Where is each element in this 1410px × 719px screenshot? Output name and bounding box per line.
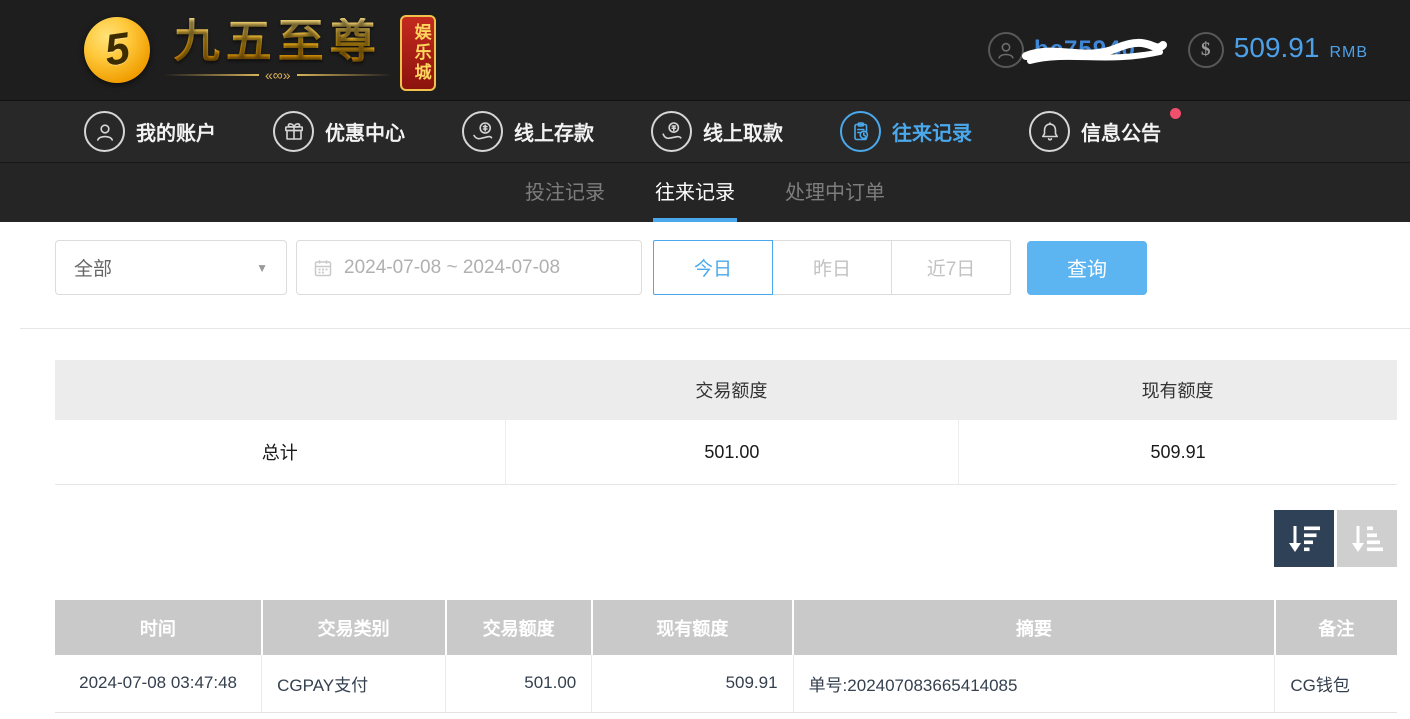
flourish-ornament-icon: «∞» [265, 68, 291, 82]
summary-transaction-amount: 501.00 [505, 420, 959, 484]
cell-amount: 501.00 [446, 655, 592, 712]
dollar-coin-icon: $ [1188, 32, 1224, 68]
summary-table: 交易额度 现有额度 总计 501.00 509.91 [55, 360, 1397, 485]
logo-coin-icon: 5 [84, 17, 150, 83]
sort-descending-button[interactable] [1274, 510, 1334, 567]
brand-title: 九五至尊 [174, 18, 382, 64]
main-nav: 我的账户 优惠中心 线上存款 线上取款 往来记录 信息公告 [0, 101, 1410, 163]
nav-item-deposit[interactable]: 线上存款 [462, 111, 594, 152]
nav-item-promotions[interactable]: 优惠中心 [273, 111, 405, 152]
withdraw-icon [651, 111, 692, 152]
bell-icon [1029, 111, 1070, 152]
header-time: 时间 [55, 600, 262, 655]
type-select-value: 全部 [74, 254, 112, 281]
header-balance: 现有额度 [592, 600, 793, 655]
balance-amount: 509.91 [1234, 32, 1320, 64]
query-button[interactable]: 查询 [1027, 241, 1147, 295]
nav-item-announcements[interactable]: 信息公告 [1029, 111, 1161, 152]
nav-item-records[interactable]: 往来记录 [840, 111, 972, 152]
tab-pending-orders[interactable]: 处理中订单 [783, 163, 887, 222]
header-amount: 交易额度 [446, 600, 592, 655]
type-select[interactable]: 全部 ▼ [55, 240, 287, 295]
sort-ascending-button[interactable] [1337, 510, 1397, 567]
user-avatar-icon [988, 32, 1024, 68]
tab-bet-records[interactable]: 投注记录 [523, 163, 607, 222]
date-range-value: 2024-07-08 ~ 2024-07-08 [344, 257, 560, 279]
records-icon [840, 111, 881, 152]
divider [20, 328, 1410, 329]
records-header-row: 时间 交易类别 交易额度 现有额度 摘要 备注 [55, 600, 1397, 655]
brand-block: 九五至尊 «∞» [164, 18, 392, 82]
top-header: 5 九五至尊 «∞» 娱乐城 bc75940 [0, 0, 1410, 101]
balance-currency: RMB [1329, 44, 1368, 62]
username: bc75940 [1034, 36, 1136, 63]
username-wrap: bc75940 [1034, 36, 1136, 64]
summary-header-row: 交易额度 现有额度 [55, 360, 1397, 420]
tab-transaction-records[interactable]: 往来记录 [653, 163, 737, 222]
cell-balance: 509.91 [592, 655, 793, 712]
summary-total-label: 总计 [55, 420, 505, 484]
today-button[interactable]: 今日 [653, 240, 773, 295]
filter-row: 全部 ▼ 2024-07-08 ~ 2024-07-08 今日 昨日 近7日 查… [55, 240, 1410, 295]
site-logo[interactable]: 5 九五至尊 «∞» 娱乐城 [84, 9, 436, 91]
sub-tabs: 投注记录 往来记录 处理中订单 [0, 163, 1410, 222]
balance-display[interactable]: $ 509.91 RMB [1188, 32, 1368, 68]
yesterday-button[interactable]: 昨日 [772, 240, 892, 295]
flourish-line [297, 74, 392, 76]
cell-note: CG钱包 [1275, 655, 1397, 712]
table-row: 2024-07-08 03:47:48 CGPAY支付 501.00 509.9… [55, 655, 1397, 712]
chevron-down-icon: ▼ [256, 261, 268, 275]
gift-icon [273, 111, 314, 152]
header-summary: 摘要 [793, 600, 1275, 655]
sort-ascending-icon [1348, 522, 1386, 556]
summary-total-row: 总计 501.00 509.91 [55, 420, 1397, 485]
summary-header-transaction-amount: 交易额度 [505, 377, 959, 403]
header-right: bc75940 $ 509.91 RMB [988, 32, 1410, 68]
summary-current-amount: 509.91 [958, 420, 1397, 484]
nav-item-my-account[interactable]: 我的账户 [84, 111, 216, 152]
cell-type: CGPAY支付 [262, 655, 446, 712]
calendar-icon [313, 258, 333, 278]
notification-dot [1170, 108, 1181, 119]
cell-time: 2024-07-08 03:47:48 [55, 655, 262, 712]
header-type: 交易类别 [262, 600, 446, 655]
logo-coin-symbol: 5 [101, 24, 132, 77]
records-table: 时间 交易类别 交易额度 现有额度 摘要 备注 2024-07-08 03:47… [55, 600, 1397, 713]
cell-summary: 单号:202407083665414085 [793, 655, 1275, 712]
last-7-days-button[interactable]: 近7日 [891, 240, 1011, 295]
sort-controls [0, 510, 1397, 567]
brand-badge: 娱乐城 [400, 15, 436, 91]
brand-flourish: «∞» [164, 68, 392, 82]
flourish-line [164, 74, 259, 76]
nav-item-withdraw[interactable]: 线上取款 [651, 111, 783, 152]
deposit-icon [462, 111, 503, 152]
header-note: 备注 [1275, 600, 1397, 655]
user-icon [84, 111, 125, 152]
user-account[interactable]: bc75940 [988, 32, 1136, 68]
summary-header-current-amount: 现有额度 [958, 377, 1397, 403]
quick-date-buttons: 今日 昨日 近7日 [653, 240, 1011, 295]
sort-descending-icon [1285, 522, 1323, 556]
date-range-input[interactable]: 2024-07-08 ~ 2024-07-08 [296, 240, 642, 295]
